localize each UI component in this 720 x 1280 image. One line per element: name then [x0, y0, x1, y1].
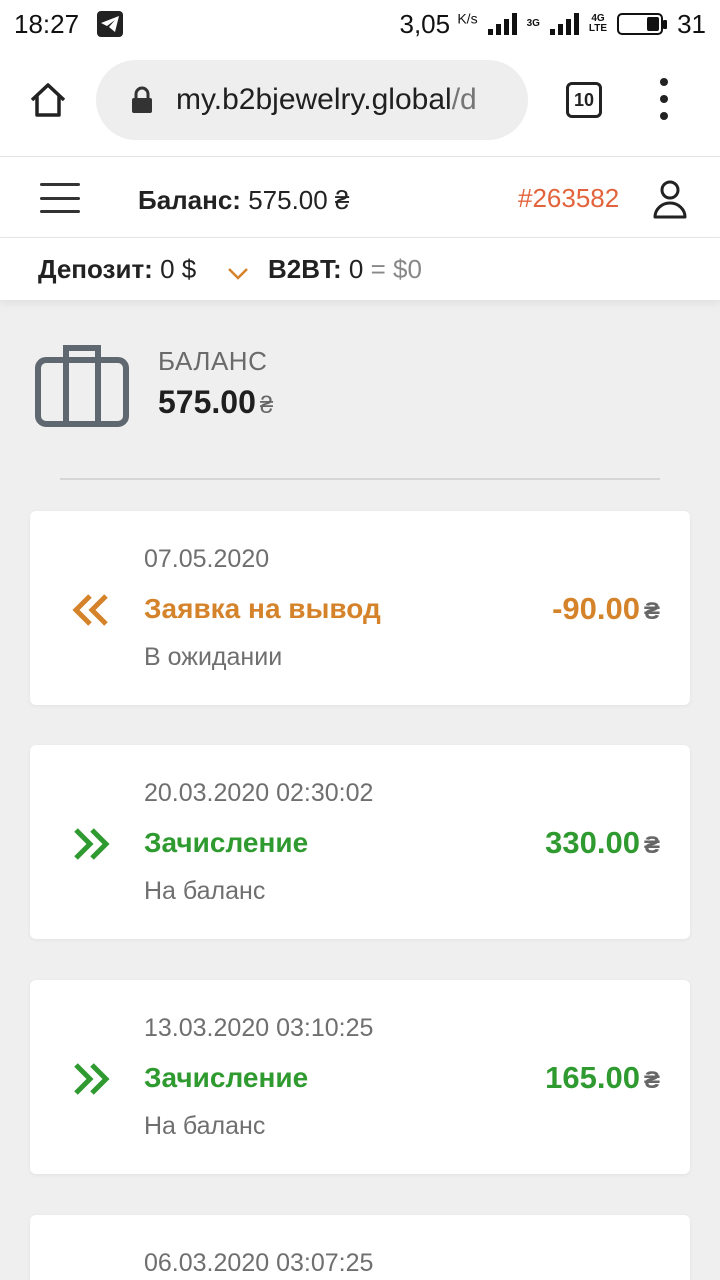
signal-icon-2 [549, 13, 579, 35]
battery-level: 31 [677, 8, 706, 39]
transaction-card[interactable]: 13.03.2020 03:10:25 Зачисление 165.00 ₴ Н… [30, 980, 690, 1174]
chevrons-right-icon [70, 1062, 114, 1096]
transaction-status: В ожидании [144, 643, 283, 671]
transaction-title: Зачисление [144, 827, 309, 858]
transaction-amount: 165.00 ₴ [545, 1060, 660, 1095]
tab-switcher-button[interactable]: 10 [566, 82, 602, 118]
chevrons-right-icon [70, 827, 114, 861]
browser-toolbar: my.b2bjewelry.global/d 10 [0, 48, 720, 156]
telegram-icon [97, 11, 124, 37]
wallet-icon [34, 342, 130, 430]
b2bt-info: B2BT: 0 = $0 [268, 254, 422, 284]
transaction-card[interactable]: 07.05.2020 Заявка на вывод -90.00 ₴ В ожи… [30, 511, 690, 705]
deposit-info: Депозит: 0 $ [38, 254, 197, 284]
user-id[interactable]: #263582 [518, 183, 619, 214]
transaction-date: 20.03.2020 02:30:02 [144, 779, 374, 807]
hamburger-menu-icon[interactable] [40, 183, 80, 213]
transaction-date: 07.05.2020 [144, 545, 270, 573]
balance-label: БАЛАНС [158, 346, 268, 376]
transaction-card[interactable]: 20.03.2020 02:30:02 Зачисление 330.00 ₴ Н… [30, 745, 690, 939]
network-3g-label: 3G [526, 18, 540, 29]
deposit-bar: Депозит: 0 $ B2BT: 0 = $0 [0, 238, 720, 300]
divider [60, 478, 660, 480]
transaction-amount: 330.00 ₴ [545, 825, 660, 860]
user-profile-icon[interactable] [652, 179, 688, 219]
chevron-down-icon[interactable] [226, 258, 250, 280]
transaction-title: Зачисление [144, 1062, 309, 1093]
transaction-card[interactable]: 06.03.2020 03:07:25 [30, 1215, 690, 1280]
url-text: my.b2bjewelry.global/d [176, 83, 477, 116]
home-icon[interactable] [28, 80, 68, 120]
transaction-date: 13.03.2020 03:10:25 [144, 1014, 374, 1042]
network-4g-label: 4G LTE [588, 13, 608, 34]
transaction-status: На баланс [144, 1112, 266, 1140]
status-bar: 18:27 3,05 K/s 3G 4G LTE 31 [0, 0, 720, 48]
address-bar[interactable]: my.b2bjewelry.global/d [96, 60, 528, 140]
app-header: Баланс: 575.00 ₴ #263582 [0, 156, 720, 238]
battery-icon [617, 13, 668, 35]
transaction-title: Заявка на вывод [144, 593, 381, 624]
browser-menu-icon[interactable] [658, 78, 670, 120]
network-speed: 3,05 K/s [399, 8, 478, 39]
chevrons-left-icon [70, 593, 114, 627]
transaction-date: 06.03.2020 03:07:25 [144, 1249, 374, 1277]
transaction-status: На баланс [144, 877, 266, 905]
status-time: 18:27 [14, 8, 80, 39]
transaction-amount: -90.00 ₴ [552, 591, 660, 626]
signal-icon [487, 13, 517, 35]
header-balance: Баланс: 575.00 ₴ [138, 185, 350, 215]
lock-icon [130, 86, 154, 114]
balance-value: 575.00 ₴ [158, 384, 274, 420]
